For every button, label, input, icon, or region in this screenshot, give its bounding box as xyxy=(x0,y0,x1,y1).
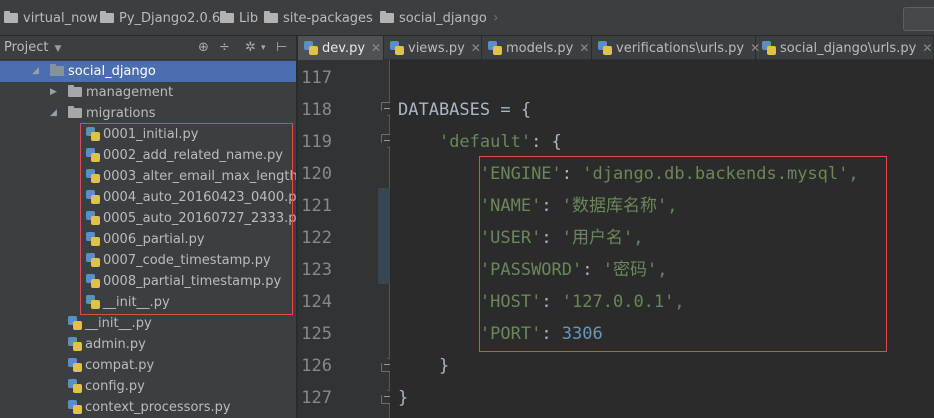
tree-item-social-django[interactable]: ◢ social_django xyxy=(0,61,296,82)
toolbar-dropdown[interactable] xyxy=(903,7,934,31)
folder-icon xyxy=(380,11,394,23)
python-file-icon xyxy=(86,190,100,204)
folder-icon xyxy=(68,85,82,97)
python-file-icon xyxy=(86,253,100,267)
chevron-right-icon: › xyxy=(492,10,499,26)
close-icon[interactable]: ✕ xyxy=(371,41,381,55)
python-file-icon xyxy=(68,400,82,414)
tree-item-file[interactable]: 0007_code_timestamp.py xyxy=(0,250,296,271)
code-line: 'HOST': '127.0.0.1', xyxy=(479,292,685,312)
breadcrumb: virtual_now › Py_Django2.0.6 › Lib › sit… xyxy=(0,0,934,36)
line-number: 123 xyxy=(301,260,332,280)
code-line: DATABASES = { xyxy=(398,100,532,120)
code-line: } xyxy=(438,356,450,376)
folder-icon xyxy=(220,11,234,23)
tree-item-file[interactable]: 0006_partial.py xyxy=(0,229,296,250)
close-icon[interactable]: ✕ xyxy=(471,41,481,55)
code-line: 'default': { xyxy=(438,132,562,152)
target-icon[interactable]: ⊕ xyxy=(198,36,209,60)
tree-item-file[interactable]: __init__.py xyxy=(0,292,296,313)
line-number: 125 xyxy=(301,324,332,344)
python-file-icon xyxy=(488,41,502,55)
caret-down-icon: ▼ xyxy=(54,44,62,54)
project-view-selector[interactable]: Project ▼ xyxy=(4,36,61,60)
python-file-icon xyxy=(86,127,100,141)
tree-item-file[interactable]: 0004_auto_20160423_0400.py xyxy=(0,187,304,208)
folder-icon xyxy=(50,64,64,76)
gear-icon[interactable]: ✲ xyxy=(245,36,256,60)
code-line: 'PORT': 3306 xyxy=(479,324,603,344)
python-file-icon xyxy=(86,169,100,183)
line-number: 126 xyxy=(301,356,332,376)
code-line: 'USER': '用户名', xyxy=(479,228,644,248)
python-file-icon xyxy=(86,232,100,246)
line-number: 127 xyxy=(301,388,332,408)
tree-item-file[interactable]: 0008_partial_timestamp.py xyxy=(0,271,296,292)
breadcrumb-item[interactable]: Py_Django2.0.6 › xyxy=(100,0,232,36)
line-number: 121 xyxy=(301,196,332,216)
change-marker[interactable] xyxy=(378,188,390,284)
python-file-icon xyxy=(68,358,82,372)
folder-icon xyxy=(100,11,114,23)
line-number: 124 xyxy=(301,292,332,312)
close-icon[interactable]: ✕ xyxy=(922,41,932,55)
python-file-icon xyxy=(86,211,100,225)
breadcrumb-item[interactable]: Lib › xyxy=(220,0,270,36)
tree-item-file[interactable]: 0005_auto_20160727_2333.py xyxy=(0,208,304,229)
tab-verifications-urls-py[interactable]: verifications\urls.py ✕ xyxy=(592,36,760,60)
code-line: 'NAME': '数据库名称', xyxy=(479,196,678,216)
line-number: 122 xyxy=(301,228,332,248)
line-number: 120 xyxy=(301,164,332,184)
project-panel-header: Project ▼ ⊕ ÷ ✲ ▾ ⊢ xyxy=(0,36,296,60)
tree-item-file[interactable]: context_processors.py xyxy=(0,397,296,418)
python-file-icon xyxy=(304,41,318,55)
tab-views-py[interactable]: views.py ✕ xyxy=(384,36,482,60)
python-file-icon xyxy=(390,41,404,55)
python-file-icon xyxy=(86,274,100,288)
tree-item-file[interactable]: 0002_add_related_name.py xyxy=(0,145,296,166)
breadcrumb-item[interactable]: virtual_now › xyxy=(4,0,110,36)
folder-icon xyxy=(68,106,82,118)
tree-item-file[interactable]: config.py xyxy=(0,376,296,397)
project-tree: ◢ social_django ▶ management ◢ migration… xyxy=(0,60,318,418)
caret-down-icon[interactable]: ▾ xyxy=(261,36,266,60)
editor-gutter: 117 118 119 120 121 122 123 124 125 126 … xyxy=(298,60,390,418)
tree-item-management[interactable]: ▶ management xyxy=(0,82,296,103)
python-file-icon xyxy=(68,379,82,393)
breadcrumb-item[interactable]: site-packages › xyxy=(264,0,384,36)
breadcrumb-item[interactable]: social_django › xyxy=(380,0,498,36)
line-number: 117 xyxy=(301,68,332,88)
expand-arrow-icon[interactable]: ◢ xyxy=(32,61,39,82)
code-line: } xyxy=(398,388,409,408)
python-file-icon xyxy=(68,316,82,330)
code-line: 'ENGINE': 'django.db.backends.mysql', xyxy=(479,164,859,184)
tree-item-file[interactable]: __init__.py xyxy=(0,313,296,334)
code-editor[interactable]: DATABASES = { 'default': { 'ENGINE': 'dj… xyxy=(390,60,934,418)
close-icon[interactable]: ✕ xyxy=(579,41,589,55)
expand-arrow-icon[interactable]: ◢ xyxy=(50,103,57,124)
tree-item-migrations[interactable]: ◢ migrations xyxy=(0,103,296,124)
tab-models-py[interactable]: models.py ✕ xyxy=(482,36,592,60)
tree-item-file[interactable]: admin.py xyxy=(0,334,296,355)
folder-icon xyxy=(264,11,278,23)
editor-tabbar: dev.py ✕ views.py ✕ models.py ✕ verificatio… xyxy=(298,36,934,60)
python-file-icon xyxy=(86,148,100,162)
tree-item-file[interactable]: 0003_alter_email_max_length.py xyxy=(0,166,318,187)
python-file-icon xyxy=(598,41,612,55)
tab-social-django-urls-py[interactable]: social_django\urls.py ✕ xyxy=(756,36,934,60)
line-number: 119 xyxy=(301,132,332,152)
python-file-icon xyxy=(86,295,100,309)
tab-dev-py[interactable]: dev.py ✕ xyxy=(298,36,384,60)
collapse-icon[interactable]: ÷ xyxy=(219,36,230,60)
collapsed-arrow-icon[interactable]: ▶ xyxy=(50,82,57,103)
hide-icon[interactable]: ⊢ xyxy=(276,36,287,60)
python-file-icon xyxy=(68,337,82,351)
code-line: 'PASSWORD': '密码', xyxy=(479,260,668,280)
tree-item-file[interactable]: compat.py xyxy=(0,355,296,376)
python-file-icon xyxy=(762,41,776,55)
tree-item-file[interactable]: 0001_initial.py xyxy=(0,124,296,145)
line-number: 118 xyxy=(301,100,332,120)
folder-icon xyxy=(4,11,18,23)
